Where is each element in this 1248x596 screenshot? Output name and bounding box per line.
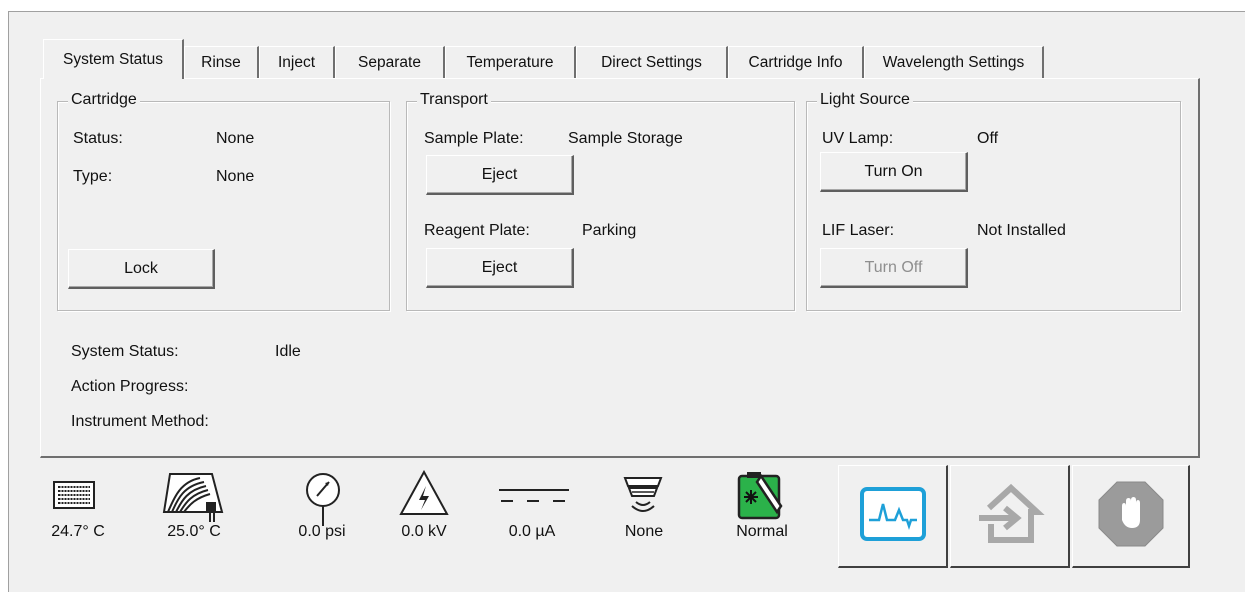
uv-lamp-label: UV Lamp:: [822, 130, 894, 147]
tab-direct-settings[interactable]: Direct Settings: [576, 46, 728, 78]
reagent-plate-eject-button[interactable]: Eject: [426, 248, 574, 288]
instrument-method-label: Instrument Method:: [71, 413, 209, 430]
coolant-status-value: Normal: [736, 523, 788, 540]
sample-plate-value: Sample Storage: [568, 130, 683, 147]
reagent-plate-value: Parking: [582, 222, 637, 239]
uv-lamp-value: Off: [977, 130, 999, 147]
tab-label: Temperature: [466, 53, 554, 71]
detector-value: None: [624, 523, 664, 540]
high-voltage-icon: [399, 469, 449, 521]
sample-plate-eject-button[interactable]: Eject: [426, 155, 574, 195]
cartridge-status-value: None: [216, 130, 255, 147]
reagent-plate-label: Reagent Plate:: [424, 222, 530, 239]
turn-off-button-label: Turn Off: [864, 258, 923, 276]
electropherogram-icon: [859, 486, 927, 547]
tab-label: Inject: [277, 53, 316, 71]
detector-icon: [622, 476, 664, 521]
cartridge-group-title: Cartridge: [68, 91, 140, 109]
tab-separate[interactable]: Separate: [335, 46, 445, 78]
home-import-icon: [975, 482, 1045, 551]
sample-plate-label: Sample Plate:: [424, 130, 524, 147]
lif-laser-label: LIF Laser:: [822, 222, 895, 239]
tab-label: Cartridge Info: [748, 53, 843, 71]
lif-laser-value: Not Installed: [977, 222, 1066, 239]
stop-button[interactable]: [1072, 465, 1190, 568]
action-progress-label: Action Progress:: [71, 378, 189, 395]
cartridge-type-label: Type:: [73, 168, 113, 185]
eject-button-label: Eject: [481, 258, 518, 276]
home-button[interactable]: [950, 465, 1070, 568]
lock-button-label: Lock: [124, 259, 158, 277]
tab-wavelength-settings[interactable]: Wavelength Settings: [864, 46, 1044, 78]
cartridge-status-label: Status:: [73, 130, 123, 147]
lif-laser-turn-off-button[interactable]: Turn Off: [820, 248, 968, 288]
pressure-value: 0.0 psi: [298, 523, 346, 540]
lock-button[interactable]: Lock: [68, 249, 215, 289]
cartridge-type-value: None: [216, 168, 255, 185]
tab-rinse[interactable]: Rinse: [184, 46, 259, 78]
tab-temperature[interactable]: Temperature: [445, 46, 576, 78]
tab-label: Direct Settings: [601, 53, 702, 71]
tab-cartridge-info[interactable]: Cartridge Info: [728, 46, 864, 78]
system-status-value: Idle: [275, 343, 301, 360]
cartridge-temperature-value: 25.0° C: [167, 523, 221, 540]
turn-on-button-label: Turn On: [864, 162, 923, 180]
stop-hand-icon: [1097, 480, 1165, 553]
tab-label: Rinse: [201, 53, 241, 71]
uv-lamp-turn-on-button[interactable]: Turn On: [820, 152, 968, 192]
system-status-label: System Status:: [71, 343, 179, 360]
light-source-group-title: Light Source: [817, 91, 913, 109]
current-value: 0.0 µA: [508, 523, 556, 540]
transport-group-title: Transport: [417, 91, 491, 109]
sample-plate-icon: [53, 481, 95, 514]
tab-label: Separate: [358, 53, 421, 71]
voltage-value: 0.0 kV: [401, 523, 447, 540]
current-icon: [497, 487, 571, 510]
tab-system-status[interactable]: System Status: [43, 39, 184, 79]
eject-button-label: Eject: [481, 165, 518, 183]
tab-inject[interactable]: Inject: [259, 46, 335, 78]
data-view-button[interactable]: [838, 465, 948, 568]
tab-label: System Status: [63, 50, 163, 68]
tab-label: Wavelength Settings: [882, 53, 1025, 71]
plate-temperature-value: 24.7° C: [51, 523, 105, 540]
coolant-bottle-icon: [737, 470, 785, 525]
